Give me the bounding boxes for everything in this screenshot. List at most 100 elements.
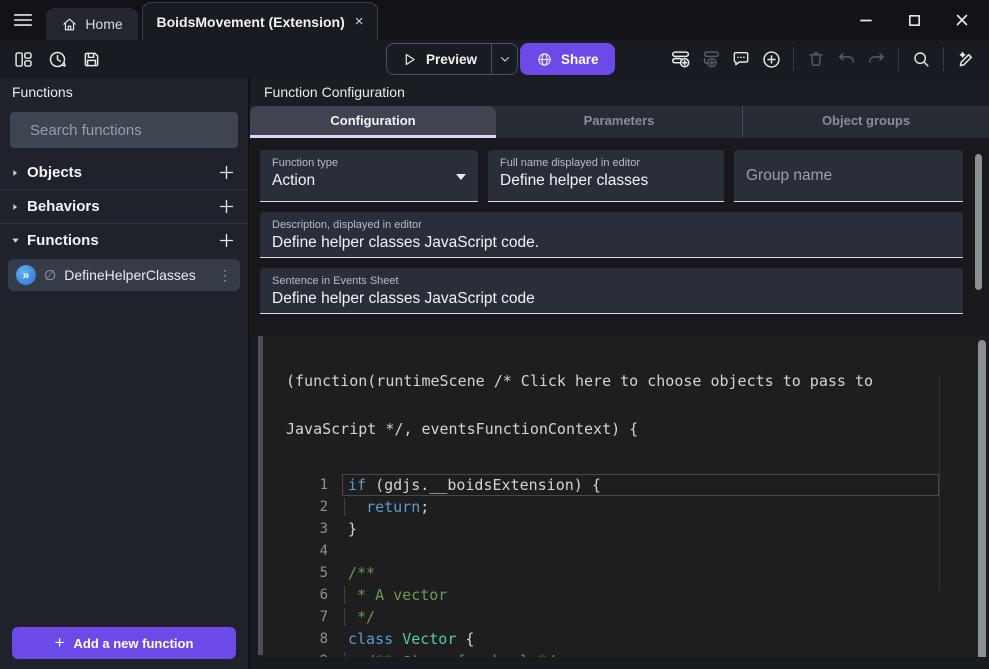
app-window: Home BoidsMovement (Extension) × — [0, 0, 989, 669]
page-title: Function Configuration — [250, 78, 989, 106]
tab-parameters[interactable]: Parameters — [496, 106, 742, 138]
field-label: Description, displayed in editor — [272, 219, 951, 231]
search-button[interactable] — [908, 46, 934, 72]
home-icon — [61, 16, 78, 33]
add-subevent-button[interactable] — [698, 46, 724, 72]
description-field[interactable]: Description, displayed in editor Define … — [260, 212, 963, 258]
content: Functions Objects Behaviors — [0, 78, 989, 669]
sidebar-footer: + Add a new function — [0, 617, 248, 669]
plus-circle-icon — [761, 49, 782, 70]
maximize-icon — [907, 13, 922, 28]
window-minimize-button[interactable] — [857, 11, 875, 29]
add-function-plus-button[interactable] — [217, 231, 236, 250]
config-tabs: Configuration Parameters Object groups — [250, 106, 989, 138]
save-button[interactable] — [78, 46, 104, 72]
dropdown-arrow-icon[interactable] — [456, 174, 466, 180]
code-line[interactable]: 1if (gdjs.__boidsExtension) { — [250, 474, 989, 496]
code-header-line: (function(runtimeScene /* Click here to … — [286, 373, 989, 389]
sidebar-item-objects[interactable]: Objects — [0, 156, 248, 189]
preview-button[interactable]: Preview — [387, 44, 491, 74]
function-type-select[interactable]: Function type Action — [260, 150, 478, 202]
field-value: Define helper classes JavaScript code. — [272, 234, 951, 252]
delete-button[interactable] — [803, 46, 829, 72]
line-number: 3 — [250, 518, 328, 540]
hamburger-menu-button[interactable] — [10, 7, 36, 33]
indent-guide — [344, 608, 345, 626]
sidebar-item-functions[interactable]: Functions — [0, 224, 248, 257]
sidebar-spacer — [0, 293, 248, 617]
full-name-field[interactable]: Full name displayed in editor Define hel… — [488, 150, 724, 202]
code-line[interactable]: 5 /** — [250, 562, 989, 584]
add-event-button[interactable] — [668, 46, 694, 72]
sidebar-item-behaviors[interactable]: Behaviors — [0, 190, 248, 223]
code-line[interactable]: 6 * A vector — [250, 584, 989, 606]
edit-extension-button[interactable] — [953, 46, 979, 72]
add-new-function-button[interactable]: + Add a new function — [12, 627, 236, 659]
search-input[interactable] — [30, 122, 229, 139]
code-wrapper-header[interactable]: (function(runtimeScene /* Click here to … — [286, 336, 989, 469]
comment-icon — [731, 49, 751, 69]
code-text: /** — [348, 562, 375, 584]
line-number: 7 — [250, 606, 328, 628]
kebab-menu-icon[interactable]: ⋮ — [218, 267, 232, 284]
sentence-field[interactable]: Sentence in Events Sheet Define helper c… — [260, 268, 963, 314]
add-behavior-button[interactable] — [217, 197, 236, 216]
code-scrollbar[interactable] — [978, 340, 986, 662]
tab-boidsmovement[interactable]: BoidsMovement (Extension) × — [142, 2, 378, 40]
tab-object-groups[interactable]: Object groups — [742, 106, 989, 138]
add-other-button[interactable] — [758, 46, 784, 72]
chevron-right-icon[interactable] — [10, 202, 27, 212]
panels-icon — [13, 49, 34, 70]
code-line[interactable]: 2 return; — [250, 496, 989, 518]
search-box[interactable] — [10, 112, 238, 148]
line-number: 2 — [250, 496, 328, 518]
code-line[interactable]: 8class Vector { — [250, 628, 989, 650]
chevron-down-icon[interactable] — [10, 235, 27, 246]
code-editor[interactable]: (function(runtimeScene /* Click here to … — [250, 336, 989, 669]
add-comment-button[interactable] — [728, 46, 754, 72]
form-row: Sentence in Events Sheet Define helper c… — [260, 268, 963, 314]
field-placeholder: Group name — [746, 167, 832, 185]
window-close-button[interactable] — [953, 11, 971, 29]
code-text: * A vector — [348, 584, 447, 606]
toolbar-left-group — [10, 46, 104, 72]
tab-close-icon[interactable]: × — [355, 14, 364, 29]
code-text: if (gdjs.__boidsExtension) { — [348, 474, 601, 496]
line-number: 5 — [250, 562, 328, 584]
code-text: class Vector { — [348, 628, 474, 650]
configuration-form: Function type Action Full name displayed… — [250, 138, 989, 336]
edit-extension-icon — [956, 49, 977, 70]
config-scrollbar[interactable] — [975, 154, 982, 290]
code-lines: 1if (gdjs.__boidsExtension) {2 return;3}… — [250, 474, 989, 669]
line-number: 6 — [250, 584, 328, 606]
redo-button[interactable] — [863, 46, 889, 72]
play-icon — [401, 51, 418, 68]
undo-icon — [836, 49, 857, 70]
tab-configuration[interactable]: Configuration — [250, 106, 496, 138]
share-button[interactable]: Share — [520, 43, 615, 75]
sidebar-title: Functions — [0, 78, 248, 106]
toolbar-divider — [898, 47, 899, 71]
code-line[interactable]: 3} — [250, 518, 989, 540]
preview-options-button[interactable] — [491, 44, 517, 74]
window-maximize-button[interactable] — [905, 11, 923, 29]
version-history-button[interactable] — [44, 46, 70, 72]
project-manager-button[interactable] — [10, 46, 36, 72]
code-line[interactable]: 4 — [250, 540, 989, 562]
function-item-definehelperclasses[interactable]: » ∅ DefineHelperClasses ⋮ — [8, 259, 240, 291]
plus-icon: + — [55, 633, 65, 653]
field-value: Action — [272, 172, 466, 190]
code-header-line: JavaScript */, eventsFunctionContext) { — [286, 421, 989, 437]
code-line[interactable]: 7 */ — [250, 606, 989, 628]
save-floppy-icon — [81, 49, 102, 70]
field-value: Define helper classes — [500, 172, 712, 190]
function-icon: » — [16, 265, 36, 285]
main-panel: Function Configuration Configuration Par… — [250, 78, 989, 669]
group-name-field[interactable]: Group name — [734, 150, 963, 202]
close-icon — [954, 12, 970, 28]
chevron-right-icon[interactable] — [10, 168, 27, 178]
tab-home-label: Home — [85, 16, 122, 32]
tab-home[interactable]: Home — [46, 8, 138, 40]
add-object-button[interactable] — [217, 163, 236, 182]
undo-button[interactable] — [833, 46, 859, 72]
